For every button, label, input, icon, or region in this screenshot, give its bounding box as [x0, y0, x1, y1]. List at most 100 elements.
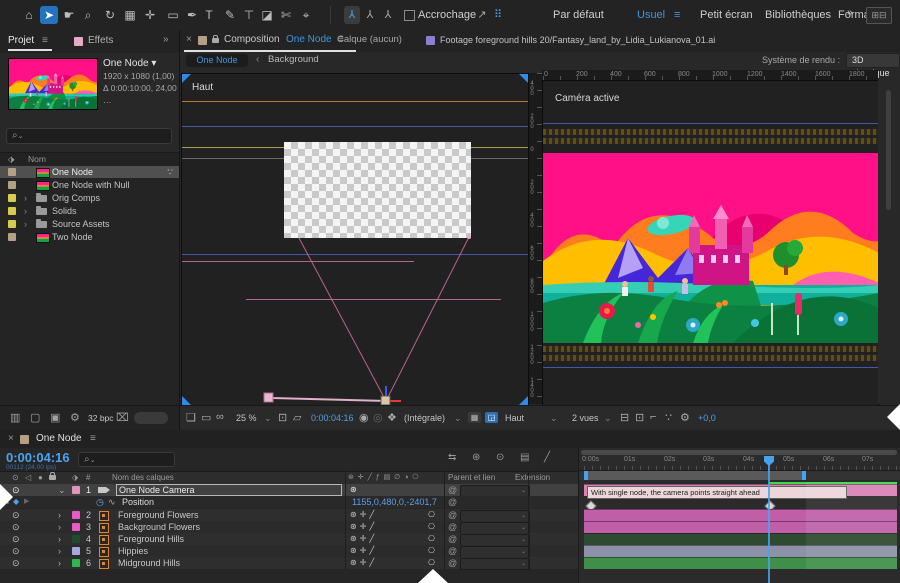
layer-switches[interactable]: ⊛✛╱ — [350, 533, 377, 545]
tutorial-arrow-left[interactable] — [0, 484, 13, 510]
pick-whip-icon[interactable]: @ — [448, 484, 457, 496]
resolution-chevron-icon[interactable]: ⌄ — [454, 413, 462, 424]
new-folder-icon[interactable]: ▢ — [30, 411, 40, 424]
layer-switches[interactable]: ⊛✛╱ — [350, 509, 377, 521]
3d-view-icon[interactable]: ◲ — [485, 412, 498, 423]
stretch-value[interactable] — [532, 521, 574, 533]
flowchart-icon[interactable]: ∵ — [665, 411, 672, 424]
lock-column-icon[interactable] — [49, 472, 56, 480]
share-view-icon[interactable]: ⊟ — [620, 411, 629, 424]
label-chip[interactable] — [72, 511, 80, 519]
collapse-chevron-icon[interactable]: ⌄ — [58, 484, 66, 496]
layer-name[interactable]: Hippies — [118, 545, 148, 557]
project-panel-menu-icon[interactable]: ≡ — [42, 35, 48, 46]
breadcrumb-current[interactable]: One Node — [186, 54, 248, 67]
roto-brush-tool-icon[interactable]: ✄ — [277, 6, 295, 24]
next-keyframe-icon[interactable]: ▶ — [24, 496, 29, 508]
column-divider[interactable] — [345, 471, 346, 569]
3d-view-dropdown[interactable]: Haut — [505, 413, 524, 423]
selection-tool-icon[interactable]: ➤ — [40, 6, 58, 24]
layer-row-2[interactable]: ⊙ › 2 Foreground Flowers ⊛✛╱ ⎔ @ ⌄ — [0, 509, 578, 522]
timeline-menu-icon[interactable]: ≡ — [90, 433, 96, 444]
rotation-tool-icon[interactable]: ↻ — [101, 6, 119, 24]
current-time-display[interactable]: 0:00:04:16 — [6, 450, 70, 465]
solo-column-icon[interactable]: ● — [38, 472, 43, 484]
eye-icon[interactable]: ⊙ — [12, 545, 20, 557]
workspace-overflow[interactable]: » — [847, 7, 853, 18]
workspace-menu-icon[interactable]: ≡ — [674, 9, 680, 21]
label-chip[interactable] — [8, 181, 16, 189]
clone-stamp-tool-icon[interactable]: ⊤ — [240, 6, 258, 24]
trash-icon[interactable]: ⌧ — [116, 411, 129, 424]
label-column-icon[interactable]: ⬗ — [8, 153, 15, 165]
video-column-icon[interactable]: ⊙ — [12, 472, 19, 484]
frame-blend-icon[interactable]: ▤ — [520, 452, 529, 463]
name-column-header[interactable]: Nom — [28, 153, 46, 165]
layer-name[interactable]: Background Flowers — [118, 521, 200, 533]
stretch-value[interactable] — [532, 557, 574, 569]
pick-whip-icon[interactable]: @ — [448, 521, 457, 533]
number-column-header[interactable]: # — [86, 472, 90, 484]
project-search-input[interactable]: ⌕⌄ — [6, 128, 172, 144]
preview-caret-icon[interactable]: ▾ — [151, 58, 156, 69]
rectangle-tool-icon[interactable]: ▭ — [164, 6, 182, 24]
label-chip[interactable] — [72, 535, 80, 543]
workspace-petit-ecran[interactable]: Petit écran — [700, 9, 753, 21]
property-name[interactable]: Position — [122, 496, 154, 508]
label-chip[interactable] — [8, 168, 16, 176]
keyframe-diamond-icon[interactable]: ◆ — [13, 496, 19, 508]
draft-3d-icon[interactable]: ⊛ — [472, 452, 480, 463]
stretch-value[interactable] — [532, 509, 574, 521]
time-ruler[interactable]: 0:00s 01s 02s 03s 04s 05s 06s 07s — [579, 456, 900, 471]
view-axis-icon[interactable]: ⅄ — [380, 6, 396, 24]
label-chip[interactable] — [8, 233, 16, 241]
3d-cube-icon[interactable]: ⎔ — [428, 521, 435, 533]
label-chip[interactable] — [8, 207, 16, 215]
eye-icon[interactable]: ⊙ — [12, 509, 20, 521]
item-name[interactable]: Orig Comps — [52, 192, 100, 204]
comp-tab-prefix[interactable]: Composition — [224, 34, 280, 45]
item-name[interactable]: Source Assets — [52, 218, 110, 230]
view-active-camera[interactable]: Caméra active — [542, 80, 880, 406]
tab-footage[interactable]: Footage foreground hills 20/Fantasy_land… — [440, 35, 715, 45]
item-name[interactable]: One Node with Null — [52, 179, 130, 191]
audio-column-icon[interactable]: ◁ — [25, 472, 31, 484]
pick-whip-icon[interactable]: @ — [448, 509, 457, 521]
pan-behind-tool-icon[interactable]: ✛ — [141, 6, 159, 24]
comp-mini-flow-icon[interactable]: ❏ — [186, 411, 196, 424]
work-area-bar[interactable] — [584, 471, 806, 480]
show-snapshot-icon[interactable]: ◎ — [373, 411, 383, 424]
3d-cube-icon[interactable]: ⎔ — [428, 557, 435, 569]
timeline-tab-name[interactable]: One Node — [36, 433, 82, 444]
quality-switch-icon[interactable]: ⊛ — [350, 484, 357, 496]
tab-calque[interactable]: Calque (aucun) — [337, 34, 402, 45]
pick-whip-icon[interactable]: @ — [448, 557, 457, 569]
preview-title[interactable]: One Node — [103, 58, 149, 69]
project-item-orig-comps[interactable]: › Orig Comps — [0, 192, 179, 204]
switches-column-icons[interactable]: ⊛ ✛ ╱ ƒ ▤ ∅ ◑ ⎔ — [348, 472, 420, 484]
layer-row-5[interactable]: ⊙ › 5 Hippies ⊛✛╱ ⎔ @ ⌄ — [0, 545, 578, 558]
region-of-interest-icon[interactable]: ⊡ — [278, 411, 287, 424]
expand-chevron-icon[interactable]: › — [58, 557, 61, 569]
zoom-level-dropdown[interactable]: 25 % — [236, 413, 257, 423]
label-chip[interactable] — [72, 523, 80, 531]
work-area-end-handle[interactable] — [802, 471, 806, 480]
label-chip[interactable] — [8, 220, 16, 228]
close-tab-icon[interactable]: × — [8, 433, 14, 444]
label-chip[interactable] — [72, 559, 80, 567]
column-divider[interactable] — [528, 471, 529, 569]
shy-layers-icon[interactable]: ⊙ — [496, 452, 504, 463]
reset-exposure-icon[interactable]: ⊡ — [635, 411, 644, 424]
zoom-chevron-icon[interactable]: ⌄ — [264, 413, 272, 424]
home-icon[interactable]: ⌂ — [20, 6, 38, 24]
interpret-footage-icon[interactable]: ▥ — [10, 411, 20, 424]
layer-name[interactable]: One Node Camera — [116, 484, 342, 496]
label-chip[interactable] — [8, 194, 16, 202]
monitor-icon[interactable]: ▭ — [201, 411, 211, 424]
zoom-tool-icon[interactable]: ⌕ — [79, 6, 97, 24]
exposure-value[interactable]: +0,0 — [698, 413, 716, 423]
expand-chevron-icon[interactable]: › — [58, 509, 61, 521]
eye-icon[interactable]: ⊙ — [12, 484, 20, 496]
grid-guides-icon[interactable]: ▦ — [468, 412, 481, 423]
local-axis-icon[interactable]: ⅄ — [344, 6, 360, 24]
